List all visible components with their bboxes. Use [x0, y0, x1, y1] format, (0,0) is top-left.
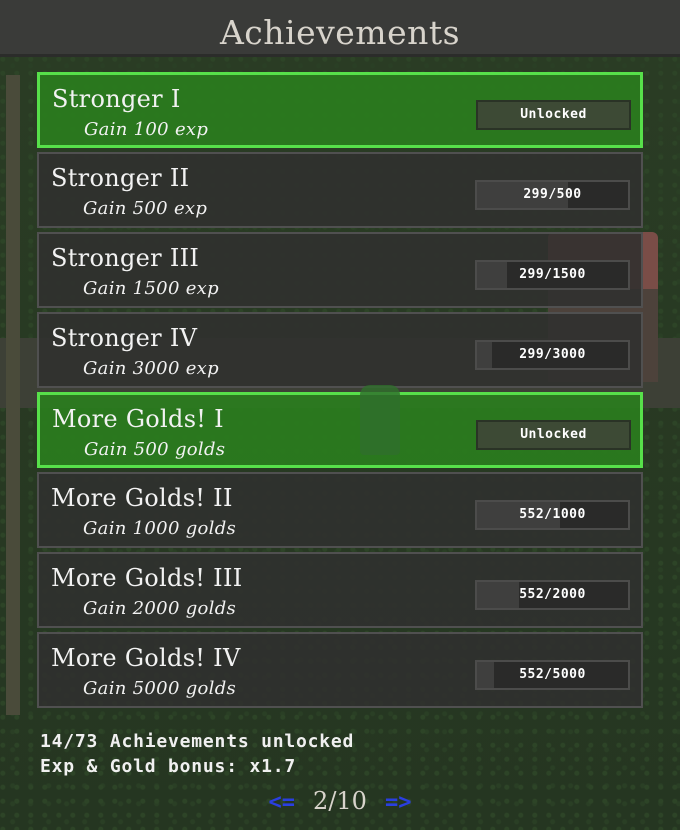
achievement-progress-bar: Unlocked: [476, 100, 631, 130]
achievement-description: Gain 5000 golds: [83, 678, 237, 699]
header-bar: Achievements: [0, 0, 680, 57]
page-title: Achievements: [219, 13, 461, 52]
achievement-row[interactable]: More Golds! I Gain 500 golds Unlocked: [37, 392, 643, 468]
unlocked-status: Unlocked: [520, 427, 587, 442]
achievement-name: More Golds! II: [51, 484, 233, 512]
achievement-row[interactable]: More Golds! III Gain 2000 golds 552/2000: [37, 552, 643, 628]
achievement-progress-bar: 299/500: [475, 180, 630, 210]
progress-text: 299/500: [523, 187, 582, 202]
next-page-button[interactable]: =>: [385, 790, 412, 815]
achievement-name: More Golds! I: [52, 405, 224, 433]
unlocked-summary: 14/73 Achievements unlocked: [40, 731, 355, 752]
achievement-progress-bar: 552/1000: [475, 500, 630, 530]
achievement-name: More Golds! III: [51, 564, 243, 592]
achievement-description: Gain 1000 golds: [83, 518, 237, 539]
achievement-progress-bar: 552/2000: [475, 580, 630, 610]
achievement-row[interactable]: Stronger I Gain 100 exp Unlocked: [37, 72, 643, 148]
achievement-progress-bar: 299/1500: [475, 260, 630, 290]
achievement-row[interactable]: Stronger IV Gain 3000 exp 299/3000: [37, 312, 643, 388]
achievement-row[interactable]: Stronger II Gain 500 exp 299/500: [37, 152, 643, 228]
guard-sprite: [360, 385, 400, 455]
achievement-progress-bar: 552/5000: [475, 660, 630, 690]
achievement-description: Gain 2000 golds: [83, 598, 237, 619]
progress-text: 299/3000: [519, 347, 586, 362]
progress-text: 552/2000: [519, 587, 586, 602]
achievement-name: Stronger II: [51, 164, 190, 192]
achievement-name: Stronger III: [51, 244, 200, 272]
achievement-name: Stronger IV: [51, 324, 198, 352]
wall-background: [6, 75, 20, 715]
progress-text: 299/1500: [519, 267, 586, 282]
achievement-row[interactable]: More Golds! IV Gain 5000 golds 552/5000: [37, 632, 643, 708]
achievement-description: Gain 500 exp: [83, 198, 208, 219]
achievement-description: Gain 3000 exp: [83, 358, 219, 379]
progress-text: 552/1000: [519, 507, 586, 522]
stats-panel: 14/73 Achievements unlocked Exp & Gold b…: [40, 729, 354, 779]
achievement-name: Stronger I: [52, 85, 181, 113]
progress-text: 552/5000: [519, 667, 586, 682]
bonus-text: Exp & Gold bonus: x1.7: [40, 756, 297, 777]
pagination: <= 2/10 =>: [0, 787, 680, 815]
achievement-description: Gain 1500 exp: [83, 278, 219, 299]
achievement-progress-bar: Unlocked: [476, 420, 631, 450]
unlocked-status: Unlocked: [520, 107, 587, 122]
achievement-description: Gain 100 exp: [84, 119, 209, 140]
achievement-description: Gain 500 golds: [84, 439, 226, 460]
prev-page-button[interactable]: <=: [269, 790, 296, 815]
page-indicator: 2/10: [313, 787, 367, 815]
achievement-progress-bar: 299/3000: [475, 340, 630, 370]
achievement-row[interactable]: Stronger III Gain 1500 exp 299/1500: [37, 232, 643, 308]
achievement-name: More Golds! IV: [51, 644, 241, 672]
achievement-row[interactable]: More Golds! II Gain 1000 golds 552/1000: [37, 472, 643, 548]
